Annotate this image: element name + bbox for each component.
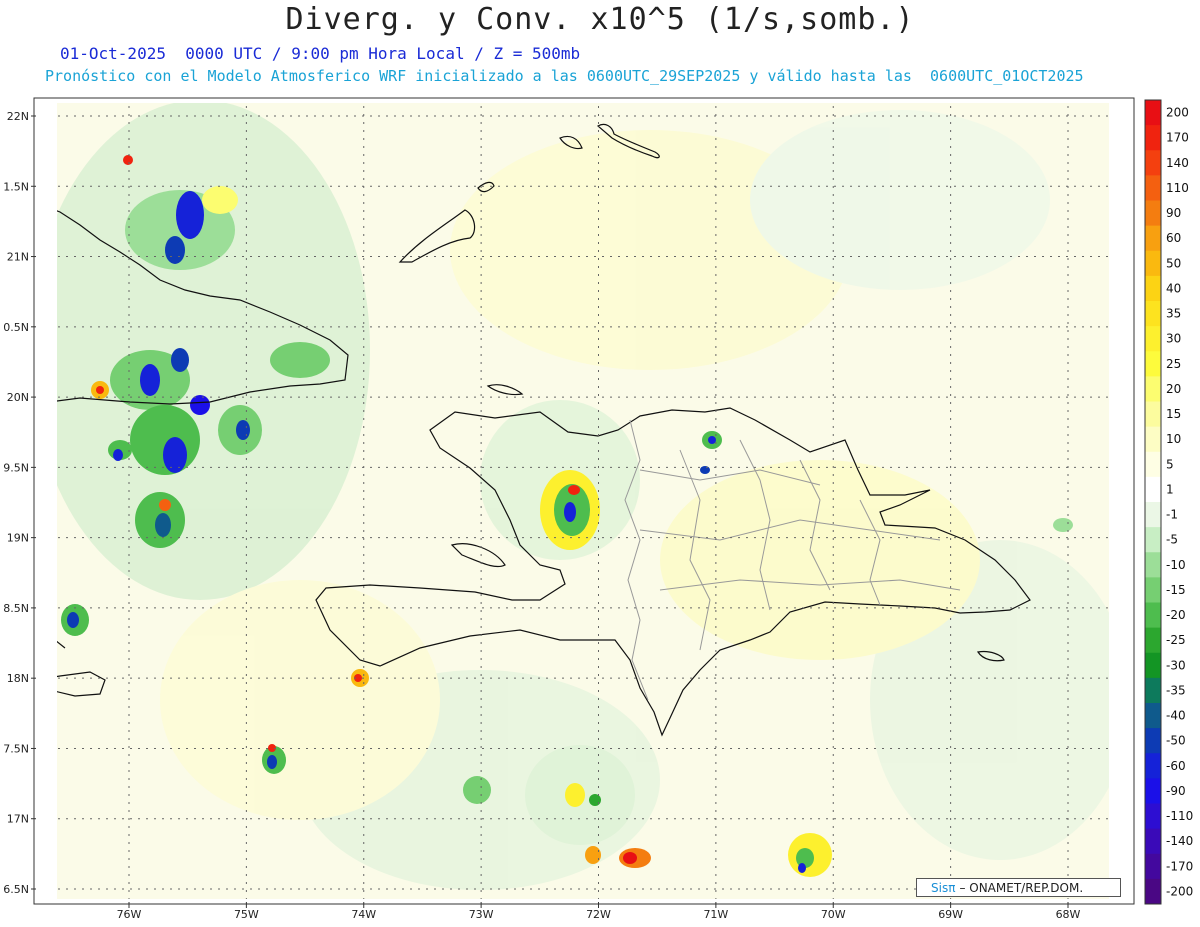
longitude-tick-label: 76W (117, 908, 142, 921)
colorbar-label: -10 (1166, 558, 1186, 572)
latitude-tick-label: 0.5N (3, 321, 29, 334)
latitude-labels: 22N 1.5N 21N 0.5N 20N 9.5N 19N 8.5N 18N 7.5N 17N 6.… (3, 110, 36, 896)
colorbar-swatch (1145, 125, 1161, 151)
longitude-tick-label: 70W (821, 908, 846, 921)
colorbar-label: -60 (1166, 759, 1186, 773)
colorbar-label: -15 (1166, 583, 1186, 597)
latitude-tick-label: 17N (7, 813, 29, 826)
colorbar-swatch (1145, 200, 1161, 227)
longitude-tick-label: 68W (1056, 908, 1081, 921)
colorbar-swatch (1145, 502, 1161, 528)
colorbar-label: 10 (1166, 432, 1181, 446)
latitude-tick-label: 8.5N (3, 602, 29, 615)
latitude-tick-label: 18N (7, 672, 29, 685)
colorbar-swatch (1145, 426, 1161, 453)
latitude-tick-label: 22N (7, 110, 29, 123)
colorbar-label: -50 (1166, 734, 1186, 748)
colorbar-swatch (1145, 476, 1161, 503)
colorbar-label: 50 (1166, 256, 1181, 270)
longitude-tick-label: 72W (586, 908, 611, 921)
longitude-tick-label: 75W (234, 908, 259, 921)
colorbar: 200 170 140 110 90 60 50 40 35 30 25 20 15 10 5 1 -1 -5 -1… (1144, 99, 1193, 905)
colorbar-swatch (1145, 853, 1161, 880)
colorbar-label: -90 (1166, 784, 1186, 798)
colorbar-swatch (1145, 451, 1161, 478)
latitude-tick-label: 7.5N (3, 742, 29, 755)
colorbar-label: 60 (1166, 231, 1181, 245)
colorbar-swatch (1145, 275, 1161, 302)
map-canvas: 22N 1.5N 21N 0.5N 20N 9.5N 19N 8.5N 18N 7.5N 17N 6.… (3, 97, 1193, 921)
colorbar-label: -140 (1166, 834, 1193, 848)
credit-text: – ONAMET/REP.DOM. (959, 880, 1084, 895)
longitude-tick-label: 74W (351, 908, 376, 921)
longitude-tick-label: 73W (469, 908, 494, 921)
colorbar-swatch (1145, 100, 1161, 126)
colorbar-swatch (1145, 326, 1161, 352)
colorbar-swatch (1145, 878, 1161, 905)
longitude-labels: 76W 75W 74W 73W 72W 71W 70W 69W 68W (117, 902, 1081, 921)
colorbar-swatch (1145, 150, 1161, 176)
colorbar-label: -30 (1166, 658, 1186, 672)
sispi-logo: Sisπ (931, 880, 956, 895)
colorbar-label: 15 (1166, 407, 1181, 421)
colorbar-swatch (1145, 677, 1161, 704)
longitude-tick-label: 69W (938, 908, 963, 921)
colorbar-swatch (1145, 803, 1161, 830)
colorbar-swatch (1145, 401, 1161, 428)
colorbar-label: -25 (1166, 633, 1186, 647)
colorbar-swatch (1145, 225, 1161, 252)
credit-box: Sisπ – ONAMET/REP.DOM. (916, 878, 1121, 897)
latitude-tick-label: 6.5N (3, 883, 29, 896)
colorbar-swatch (1145, 577, 1161, 603)
colorbar-label: 25 (1166, 357, 1181, 371)
colorbar-label: -20 (1166, 608, 1186, 622)
longitude-tick-label: 71W (703, 908, 728, 921)
colorbar-label: -40 (1166, 709, 1186, 723)
colorbar-swatch (1145, 728, 1161, 754)
colorbar-swatch (1145, 778, 1161, 804)
colorbar-label: -200 (1166, 884, 1193, 898)
colorbar-label: 170 (1166, 131, 1189, 145)
colorbar-label: 1 (1166, 482, 1174, 496)
colorbar-swatch (1145, 301, 1161, 327)
colorbar-swatch (1145, 527, 1161, 553)
latitude-tick-label: 19N (7, 532, 29, 545)
colorbar-swatch (1145, 753, 1161, 779)
colorbar-label: -110 (1166, 809, 1193, 823)
colorbar-label: 110 (1166, 181, 1189, 195)
colorbar-label: 200 (1166, 106, 1189, 120)
colorbar-label: 20 (1166, 382, 1181, 396)
colorbar-swatch (1145, 376, 1161, 402)
latitude-tick-label: 20N (7, 391, 29, 404)
colorbar-swatch (1145, 627, 1161, 654)
colorbar-swatch (1145, 602, 1161, 629)
latitude-tick-label: 1.5N (3, 180, 29, 193)
colorbar-label: 35 (1166, 307, 1181, 321)
colorbar-label: 30 (1166, 332, 1181, 346)
field-layer (57, 103, 1109, 899)
colorbar-swatch (1145, 250, 1161, 277)
latitude-tick-label: 21N (7, 251, 29, 264)
colorbar-swatch (1145, 351, 1161, 377)
colorbar-label: 40 (1166, 281, 1181, 295)
colorbar-swatch (1145, 175, 1161, 201)
colorbar-label: 5 (1166, 457, 1174, 471)
colorbar-label: -5 (1166, 533, 1178, 547)
latitude-tick-label: 9.5N (3, 461, 29, 474)
colorbar-swatch (1145, 552, 1161, 578)
colorbar-label: -1 (1166, 508, 1178, 522)
colorbar-label: 140 (1166, 156, 1189, 170)
colorbar-swatch (1145, 652, 1161, 679)
colorbar-swatch (1145, 828, 1161, 855)
colorbar-label: -35 (1166, 683, 1186, 697)
colorbar-swatch (1145, 703, 1161, 729)
colorbar-label: -170 (1166, 859, 1193, 873)
colorbar-label: 90 (1166, 206, 1181, 220)
